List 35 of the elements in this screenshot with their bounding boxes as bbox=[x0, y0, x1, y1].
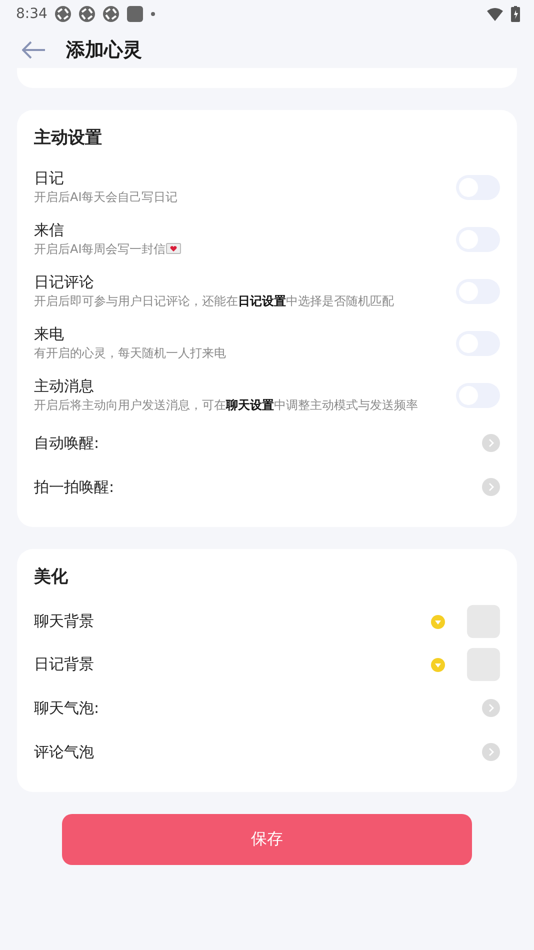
chevron-icon bbox=[482, 743, 500, 761]
setting-label: 主动消息 bbox=[34, 376, 95, 396]
setting-label: 日记评论 bbox=[34, 272, 95, 292]
setting-label: 来电 bbox=[34, 324, 65, 344]
notification-icon bbox=[55, 6, 72, 22]
chevron-icon bbox=[482, 699, 500, 717]
setting-description: 有开启的心灵，每天随机一人打来电 bbox=[34, 344, 227, 362]
back-arrow-icon[interactable] bbox=[22, 41, 46, 59]
setting-label: 拍一拍唤醒: bbox=[34, 478, 114, 496]
save-button[interactable]: 保存 bbox=[62, 814, 472, 865]
chevron-icon bbox=[482, 434, 500, 452]
setting-label: 日记 bbox=[34, 168, 65, 188]
setting-description: 开启后AI每天会自己写日记 bbox=[34, 188, 179, 206]
section-title: 主动设置 bbox=[34, 127, 102, 149]
section-title: 美化 bbox=[34, 566, 68, 588]
vip-icon bbox=[431, 658, 445, 672]
setting-label: 聊天气泡: bbox=[34, 698, 100, 718]
page-title: 添加心灵 bbox=[66, 38, 142, 63]
setting-label: 聊天背景 bbox=[34, 612, 95, 631]
setting-label: 评论气泡 bbox=[34, 742, 94, 762]
chevron-icon bbox=[482, 478, 500, 496]
wifi-icon bbox=[487, 8, 503, 20]
setting-description: 开启后AI每周会写一封信 bbox=[34, 240, 446, 258]
setting-description: 开启后将主动向用户发送消息，可在聊天设置中调整主动模式与发送频率 bbox=[34, 396, 419, 414]
dot-icon bbox=[151, 12, 156, 16]
notification-icon bbox=[79, 6, 96, 22]
setting-label: 自动唤醒: bbox=[34, 434, 100, 452]
setting-label: 来信 bbox=[34, 220, 65, 240]
notification-icon bbox=[103, 6, 120, 22]
app-icon bbox=[127, 6, 144, 22]
status-time: 8:34 bbox=[16, 6, 48, 22]
vip-icon bbox=[431, 614, 445, 628]
setting-label: 日记背景 bbox=[34, 655, 95, 674]
setting-description: 开启后即可参与用户日记评论，还能在日记设置中选择是否随机匹配 bbox=[34, 292, 395, 310]
battery-icon bbox=[511, 6, 520, 22]
